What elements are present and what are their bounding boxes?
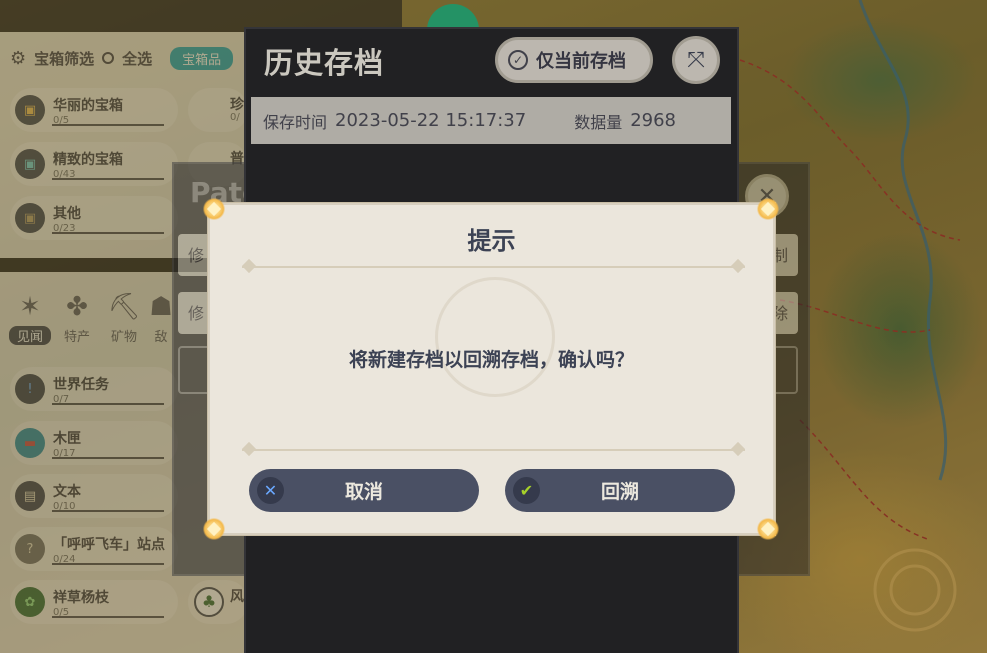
dialog-title: 提示 bbox=[467, 227, 516, 255]
ornament-diamond bbox=[730, 258, 746, 274]
ornament-diamond bbox=[730, 441, 746, 457]
cancel-button[interactable]: ✕ 取消 bbox=[249, 469, 479, 512]
divider-ornament-bottom bbox=[242, 449, 745, 451]
ornament-diamond bbox=[241, 258, 257, 274]
corner-ornament bbox=[203, 198, 225, 220]
confirm-label: 回溯 bbox=[600, 481, 639, 503]
cancel-label: 取消 bbox=[344, 481, 383, 503]
confirm-dialog: 提示 将新建存档以回溯存档，确认吗？ ✕ 取消 ✔ 回溯 bbox=[208, 203, 775, 535]
corner-ornament bbox=[203, 518, 225, 540]
corner-ornament bbox=[757, 198, 779, 220]
dialog-message: 将新建存档以回溯存档，确认吗？ bbox=[348, 349, 634, 371]
ornament-diamond bbox=[241, 441, 257, 457]
check-icon: ✔ bbox=[513, 477, 540, 504]
corner-ornament bbox=[757, 518, 779, 540]
dialog-watermark bbox=[435, 277, 555, 397]
close-icon: ✕ bbox=[257, 477, 284, 504]
divider-ornament-top bbox=[242, 266, 745, 268]
confirm-rollback-button[interactable]: ✔ 回溯 bbox=[505, 469, 735, 512]
